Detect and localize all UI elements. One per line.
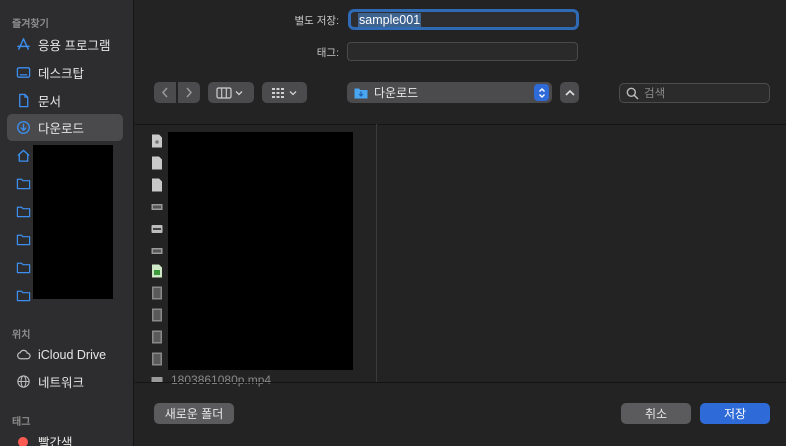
sidebar-section-locations: 위치	[12, 330, 31, 341]
network-icon	[15, 374, 31, 390]
save-as-field[interactable]: sample001	[348, 9, 579, 30]
new-folder-button[interactable]: 새로운 폴더	[154, 403, 234, 424]
video-file-icon[interactable]	[151, 286, 163, 300]
redacted-region	[168, 132, 353, 370]
sidebar-section-favorites: 즐겨찾기	[12, 19, 49, 30]
file-icon[interactable]	[151, 244, 163, 258]
sidebar-section-tags: 태그	[12, 417, 31, 428]
video-file-icon[interactable]	[151, 352, 163, 366]
bottom-divider	[135, 382, 786, 383]
column-divider[interactable]	[376, 124, 377, 382]
chevron-left-icon	[161, 87, 168, 98]
sidebar-item-network[interactable]: 네트워크	[7, 368, 123, 395]
redacted-region	[33, 145, 113, 299]
sidebar-item-applications[interactable]: 응용 프로그램	[7, 31, 123, 58]
downloads-folder-icon	[354, 88, 368, 98]
cloud-icon	[15, 347, 31, 363]
file-icon[interactable]	[151, 156, 163, 170]
back-button[interactable]	[154, 82, 176, 103]
toolbar-divider	[135, 124, 786, 125]
search-field[interactable]: 검색	[619, 83, 770, 103]
folder-icon[interactable]	[15, 231, 31, 247]
sidebar: 즐겨찾기 응용 프로그램 데스크탑 문서 다운로드 위치 iCloud Driv…	[0, 0, 134, 446]
group-button[interactable]	[262, 82, 307, 103]
home-icon[interactable]	[15, 147, 31, 163]
popup-stepper-icon	[534, 84, 549, 101]
sidebar-item-label: 문서	[38, 95, 62, 109]
columns-view-icon	[216, 86, 243, 99]
download-icon	[15, 120, 31, 136]
location-label: 다운로드	[374, 86, 419, 100]
chevron-up-icon	[564, 89, 575, 96]
file-icon[interactable]	[151, 200, 163, 214]
main-panel: 별도 저장: sample001 태그: 다운로드 검색 1803861080p…	[135, 0, 786, 446]
location-popup[interactable]: 다운로드	[347, 82, 552, 103]
desktop-icon	[15, 65, 31, 81]
file-icon[interactable]	[151, 373, 163, 387]
file-icon[interactable]	[151, 222, 163, 236]
chevron-right-icon	[186, 87, 193, 98]
video-file-icon[interactable]	[151, 330, 163, 344]
save-as-label: 별도 저장:	[294, 15, 339, 27]
file-icon[interactable]	[151, 134, 163, 148]
video-file-icon[interactable]	[151, 308, 163, 322]
sidebar-item-label: 응용 프로그램	[38, 39, 111, 53]
search-icon	[626, 87, 639, 100]
sidebar-item-desktop[interactable]: 데스크탑	[7, 59, 123, 86]
tags-field[interactable]	[347, 42, 578, 61]
file-icon[interactable]	[151, 178, 163, 192]
sidebar-item-label: iCloud Drive	[38, 347, 107, 362]
sidebar-item-downloads[interactable]: 다운로드	[7, 114, 123, 141]
file-name[interactable]: 1803861080p.mp4	[171, 373, 271, 387]
sidebar-item-tag-red[interactable]: 빨간색	[7, 428, 123, 446]
sidebar-item-icloud[interactable]: iCloud Drive	[7, 341, 123, 368]
save-button[interactable]: 저장	[700, 403, 770, 424]
red-tag-icon	[15, 434, 31, 446]
tags-label: 태그:	[316, 47, 339, 59]
forward-button[interactable]	[178, 82, 200, 103]
sidebar-item-label: 빨간색	[38, 436, 73, 446]
applications-icon	[15, 37, 31, 53]
document-icon	[15, 93, 31, 109]
spreadsheet-file-icon[interactable]	[151, 264, 163, 278]
sidebar-item-documents[interactable]: 문서	[7, 87, 123, 114]
folder-icon[interactable]	[15, 259, 31, 275]
sidebar-item-label: 다운로드	[38, 122, 85, 136]
save-dialog: 즐겨찾기 응용 프로그램 데스크탑 문서 다운로드 위치 iCloud Driv…	[0, 0, 786, 446]
search-placeholder: 검색	[644, 88, 666, 100]
folder-icon[interactable]	[15, 175, 31, 191]
view-mode-button[interactable]	[208, 82, 254, 103]
expand-collapse-button[interactable]	[560, 82, 579, 103]
save-as-value: sample001	[358, 12, 422, 27]
grid-icon	[271, 87, 296, 98]
folder-icon[interactable]	[15, 287, 31, 303]
cancel-button[interactable]: 취소	[621, 403, 691, 424]
sidebar-item-label: 데스크탑	[38, 67, 85, 81]
sidebar-item-label: 네트워크	[38, 376, 85, 390]
folder-icon[interactable]	[15, 203, 31, 219]
